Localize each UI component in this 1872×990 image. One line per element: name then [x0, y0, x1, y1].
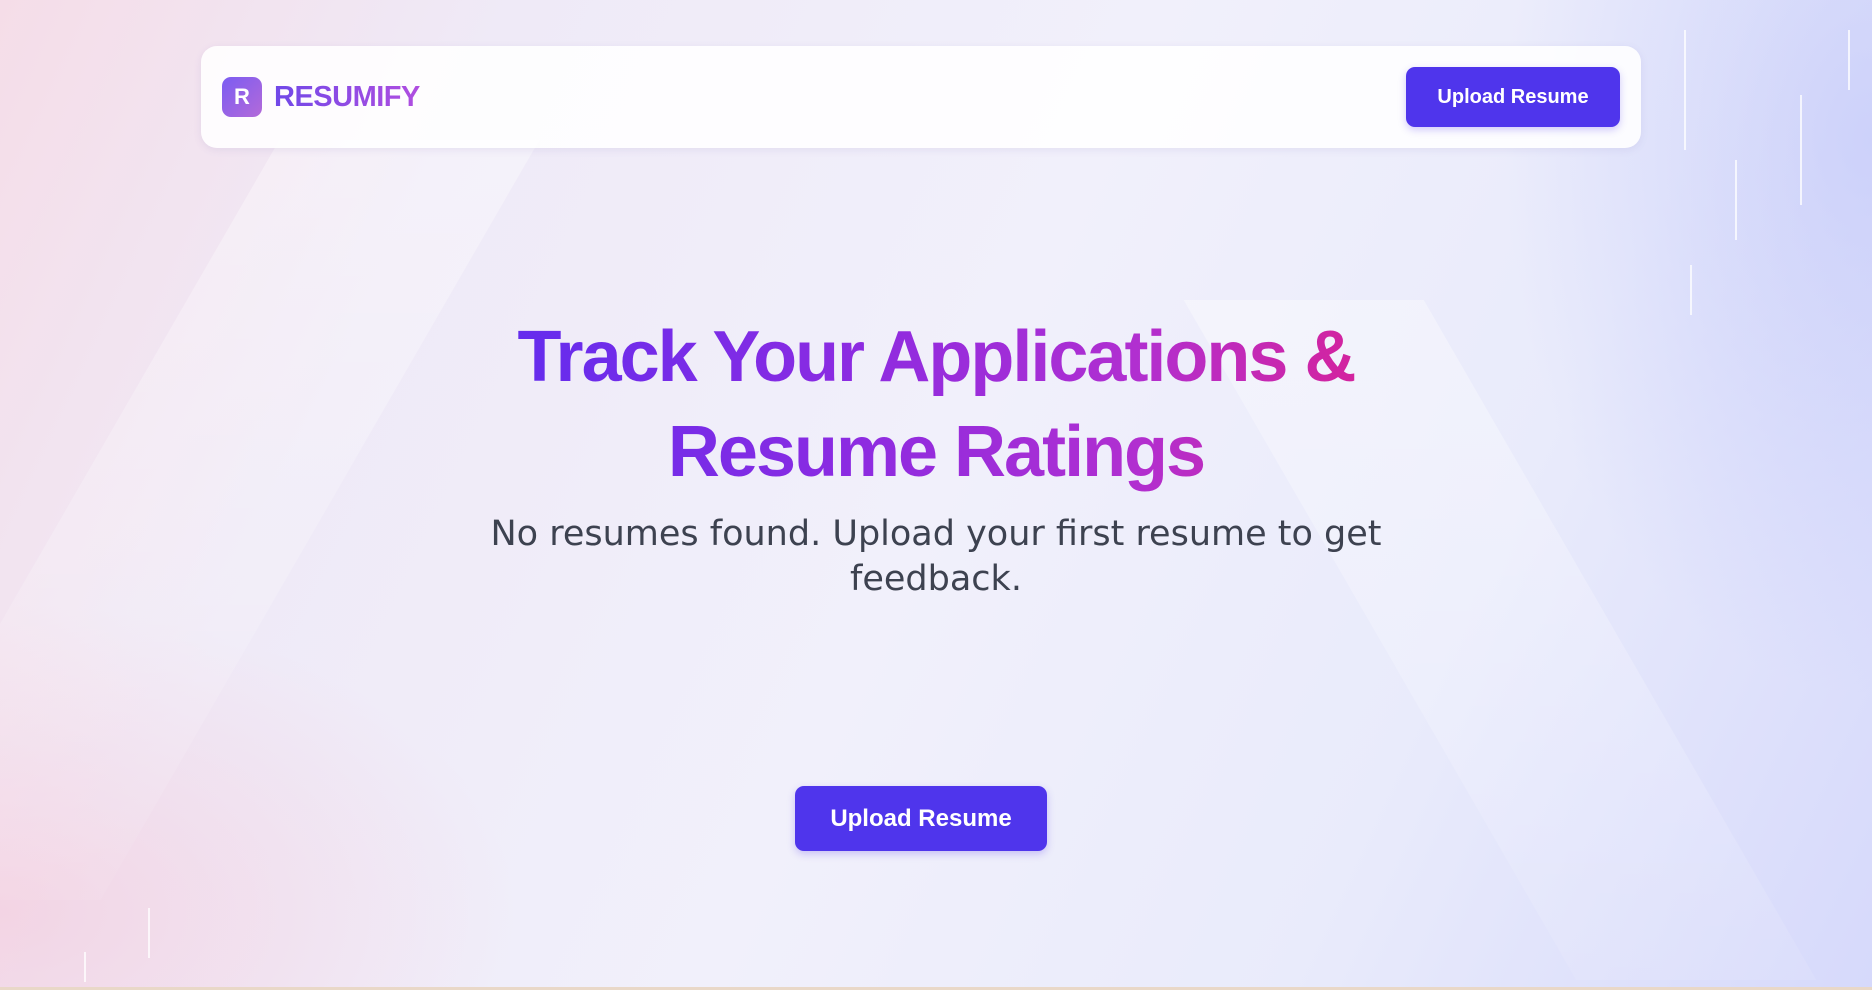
background-streak — [148, 908, 150, 958]
background-streak — [1848, 30, 1850, 90]
background-streak — [1684, 30, 1686, 150]
resumify-logo-icon: R — [222, 77, 262, 117]
background-glow-pink — [0, 600, 520, 990]
brand-name: RESUMIFY — [274, 80, 420, 113]
background-streak — [84, 952, 86, 982]
top-navbar: R RESUMIFY Upload Resume — [201, 46, 1641, 148]
hero-title: Track Your Applications & Resume Ratings — [436, 310, 1436, 500]
background-streak — [1800, 95, 1802, 205]
hero-section: Track Your Applications & Resume Ratings… — [0, 310, 1872, 602]
background-streak — [1690, 265, 1692, 315]
header-upload-resume-button[interactable]: Upload Resume — [1406, 67, 1620, 127]
upload-resume-button[interactable]: Upload Resume — [795, 786, 1047, 851]
background-streak — [1735, 160, 1737, 240]
empty-state-message: No resumes found. Upload your first resu… — [490, 514, 1382, 599]
brand[interactable]: R RESUMIFY — [222, 77, 420, 117]
